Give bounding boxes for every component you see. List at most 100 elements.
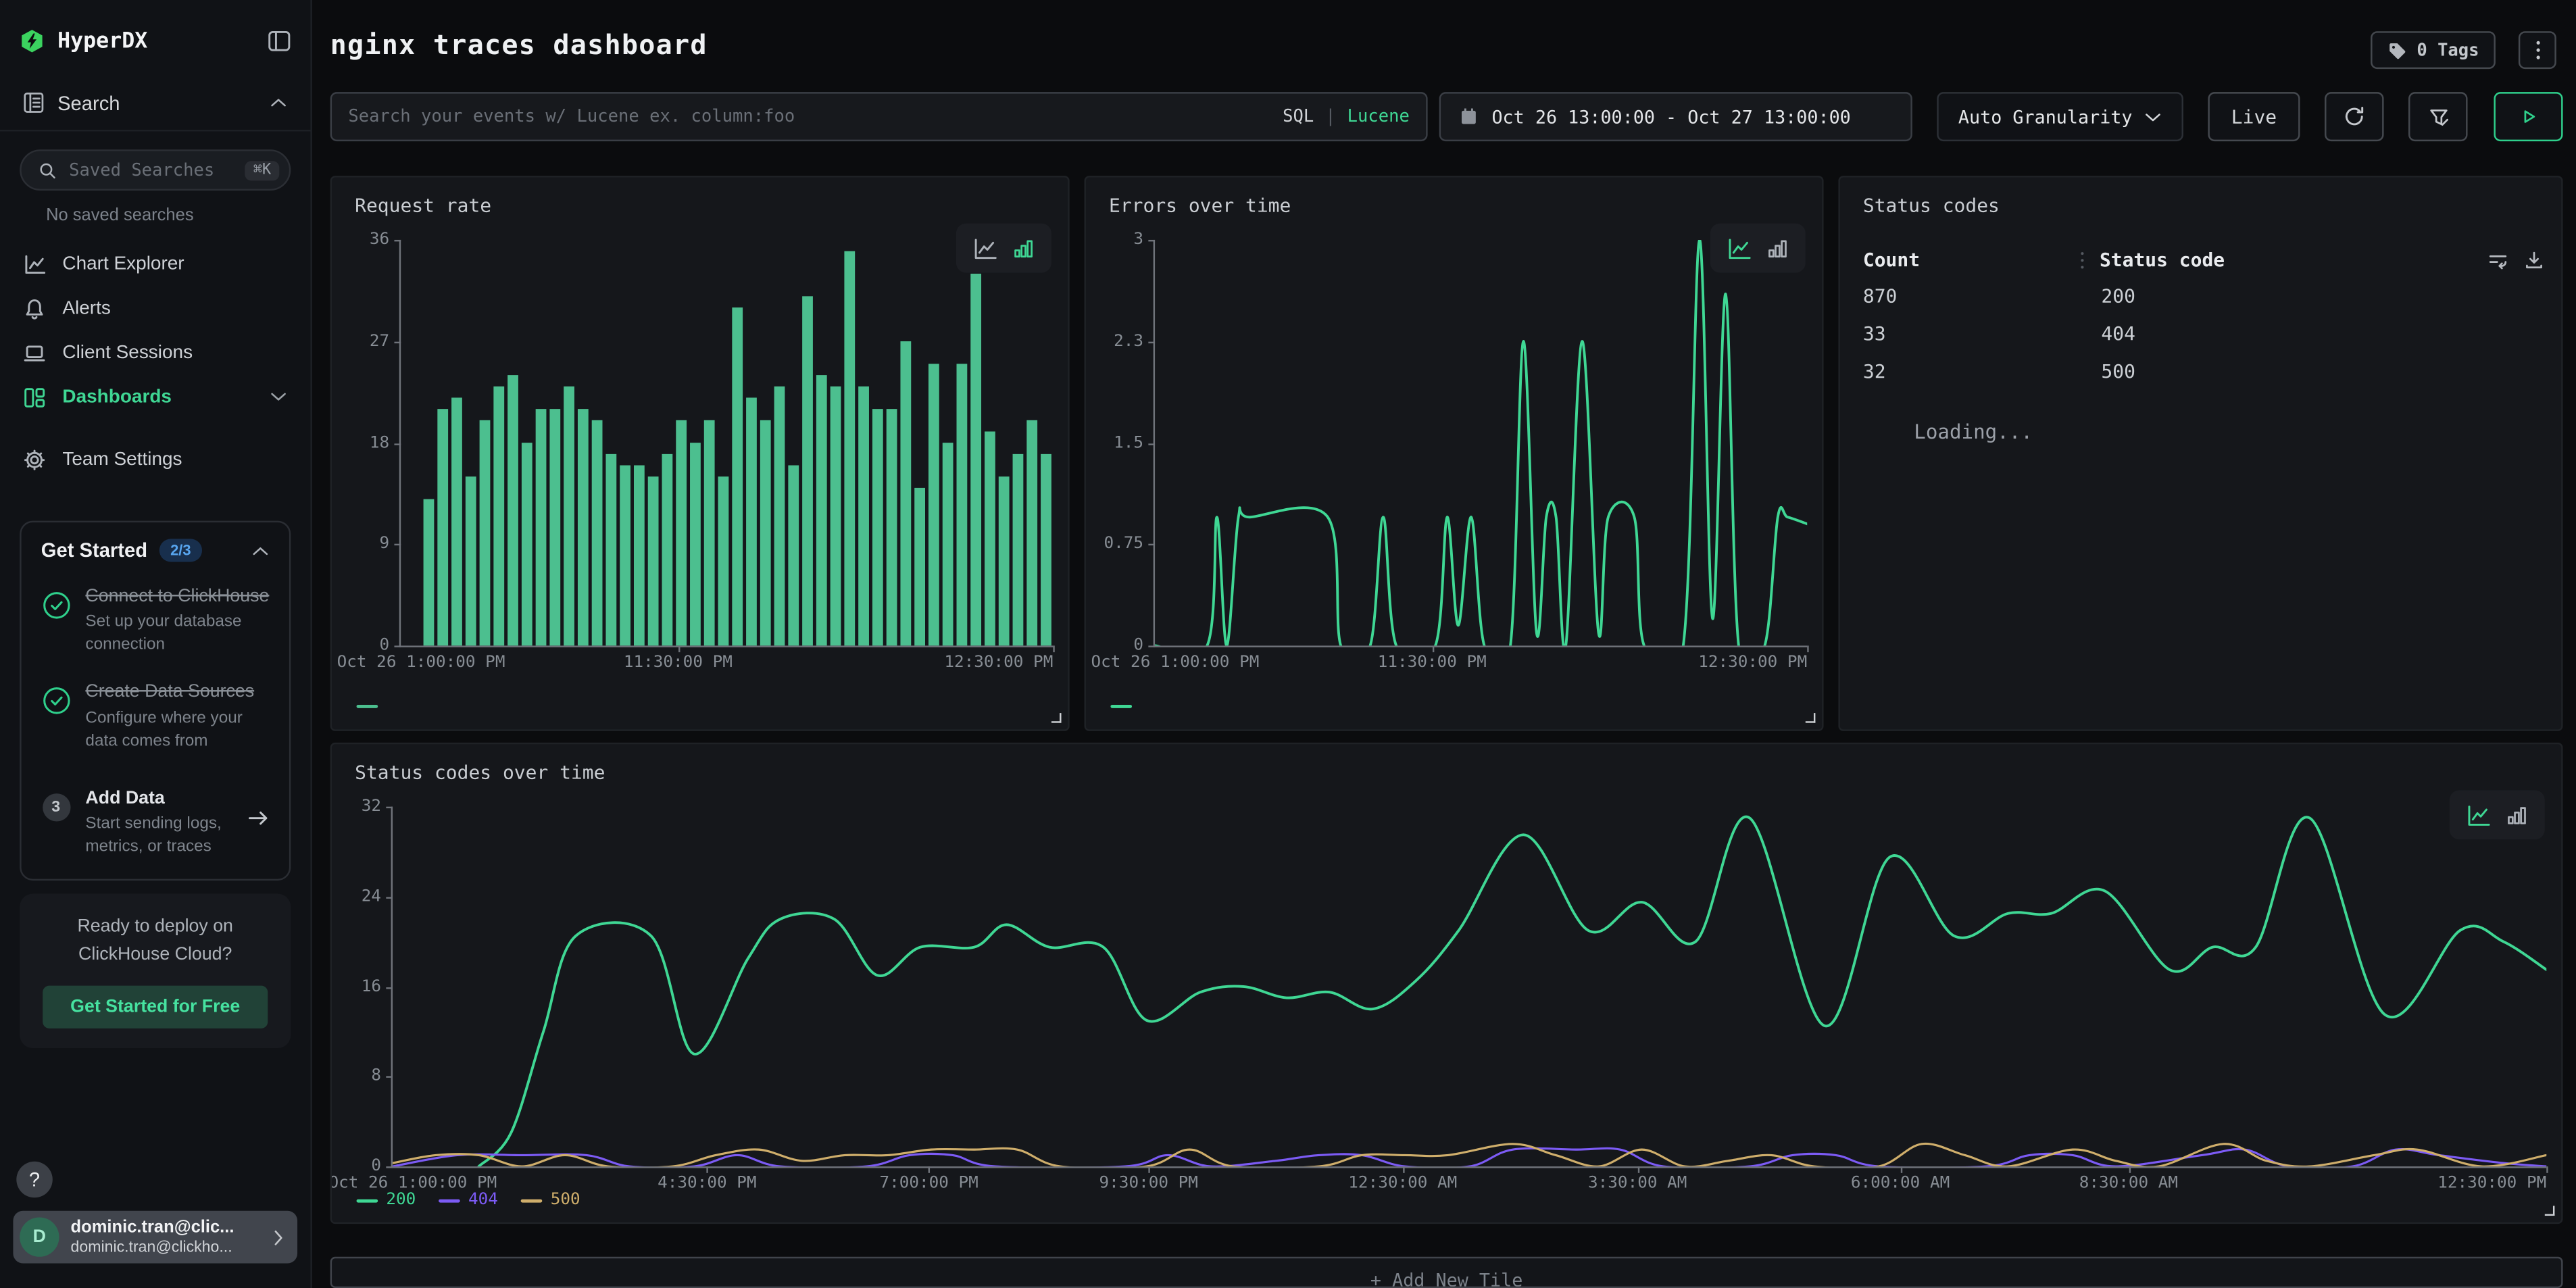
event-search-placeholder: Search your events w/ Lucene ex. column:… [348, 107, 1283, 126]
chevron-up-icon [270, 97, 288, 108]
tile-title: Errors over time [1109, 194, 1291, 217]
shortcut-badge: ⌘K [245, 160, 280, 180]
saved-searches-input[interactable]: Saved Searches ⌘K [20, 149, 291, 191]
get-started-title: Get Started [41, 539, 147, 562]
get-started-step-add-data[interactable]: 3 Add Data Start sending logs, metrics, … [41, 787, 270, 860]
kebab-icon [2534, 39, 2541, 61]
sidebar: HyperDX Search Saved Searches ⌘K No save… [0, 0, 312, 1288]
tags-button[interactable]: 0 Tags [2371, 31, 2496, 69]
event-search-input[interactable]: Search your events w/ Lucene ex. column:… [330, 92, 1428, 141]
help-button[interactable]: ? [16, 1162, 52, 1197]
gear-icon [23, 447, 46, 470]
filter-button[interactable] [2408, 92, 2468, 141]
tile-resize-handle[interactable] [1806, 713, 1816, 723]
legend-item[interactable]: 200 [357, 1191, 416, 1210]
request-rate-chart[interactable]: 36271890Oct 26 1:00:00 PM11:30:00 PM12:3… [399, 240, 1054, 647]
dashboards-icon [23, 385, 46, 408]
play-icon [2519, 107, 2538, 126]
user-menu[interactable]: D dominic.tran@clic... dominic.tran@clic… [13, 1211, 297, 1264]
legend-item[interactable] [1110, 705, 1132, 708]
sidebar-nav: Chart Explorer Alerts Client Sessions Da… [0, 235, 310, 482]
refresh-icon [2343, 105, 2366, 128]
legend-item[interactable] [357, 705, 378, 708]
lucene-mode-toggle[interactable]: Lucene [1347, 107, 1410, 126]
table-header: Count Status code [1863, 248, 2545, 271]
calendar-icon [1459, 107, 1479, 126]
brand-name: HyperDX [57, 29, 255, 53]
column-header-count[interactable]: Count [1863, 248, 2080, 271]
laptop-icon [23, 341, 46, 364]
sidebar-section-label: Search [57, 91, 256, 114]
live-button[interactable]: Live [2208, 92, 2300, 141]
date-range-picker[interactable]: Oct 26 13:00:00 - Oct 27 13:00:00 [1439, 92, 1912, 141]
tile-status-codes: Status codes Count Status code 870200334… [1838, 176, 2562, 731]
saved-searches-placeholder: Saved Searches [69, 160, 233, 180]
tile-resize-handle[interactable] [2545, 1206, 2555, 1216]
download-icon[interactable] [2523, 249, 2545, 270]
user-email: dominic.tran@clickho... [71, 1238, 262, 1258]
sidebar-item-chart-explorer[interactable]: Chart Explorer [0, 241, 310, 286]
table-row[interactable]: 32500 [1863, 351, 2545, 389]
get-started-free-button[interactable]: Get Started for Free [43, 986, 268, 1029]
dashboard-grid: Request rate 36271890Oct 26 1:00:00 PM11… [330, 176, 2563, 1224]
get-started-step-sources[interactable]: Create Data Sources Configure where your… [41, 680, 270, 753]
tag-icon [2387, 41, 2407, 60]
sidebar-item-dashboards[interactable]: Dashboards [0, 374, 310, 419]
chart-line-icon [23, 252, 46, 275]
column-drag-handle-icon[interactable] [2080, 249, 2085, 270]
sidebar-item-client-sessions[interactable]: Client Sessions [0, 330, 310, 375]
table-row[interactable]: 870200 [1863, 276, 2545, 314]
wrap-rows-icon[interactable] [2487, 249, 2509, 270]
no-saved-searches-text: No saved searches [46, 205, 310, 225]
hyperdx-logo-icon [20, 28, 44, 54]
legend-item[interactable]: 500 [521, 1191, 580, 1210]
errors-chart[interactable]: 32.31.50.750Oct 26 1:00:00 PM11:30:00 PM… [1154, 240, 1808, 647]
bell-icon [23, 297, 46, 320]
get-started-card: Get Started 2/3 Connect to ClickHouse Se… [20, 521, 291, 881]
search-panel-icon [23, 92, 45, 114]
loading-text: Loading... [1914, 420, 2033, 443]
sql-mode-toggle[interactable]: SQL [1283, 107, 1314, 126]
status-codes-chart[interactable]: 32241680Oct 26 1:00:00 PM4:30:00 PM7:00:… [391, 807, 2547, 1168]
tile-resize-handle[interactable] [1051, 713, 1062, 723]
run-query-button[interactable] [2494, 92, 2562, 141]
tile-title: Request rate [355, 194, 491, 217]
main-content: nginx traces dashboard 0 Tags Search you… [312, 0, 2576, 1288]
chevron-down-icon [270, 391, 288, 403]
avatar: D [20, 1217, 59, 1256]
tile-title: Status codes [1863, 194, 2000, 217]
tile-title: Status codes over time [355, 761, 605, 784]
table-body: 8702003340432500 [1863, 276, 2545, 389]
sidebar-footer: ? D dominic.tran@clic... dominic.tran@cl… [0, 1162, 310, 1288]
user-name: dominic.tran@clic... [71, 1216, 262, 1238]
sidebar-section-search[interactable]: Search [0, 76, 310, 132]
check-circle-icon [41, 585, 71, 658]
chart-legend [357, 705, 378, 708]
arrow-right-icon [247, 807, 270, 838]
tile-errors-over-time: Errors over time 32.31.50.750Oct 26 1:00… [1085, 176, 1824, 731]
get-started-step-connect[interactable]: Connect to ClickHouse Set up your databa… [41, 585, 270, 658]
sidebar-header: HyperDX [0, 0, 310, 76]
chart-legend: 200 404 500 [357, 1191, 580, 1210]
filter-edit-icon [2427, 106, 2449, 128]
tile-request-rate: Request rate 36271890Oct 26 1:00:00 PM11… [330, 176, 1070, 731]
get-started-progress-badge: 2/3 [159, 539, 202, 562]
refresh-button[interactable] [2325, 92, 2384, 141]
chart-legend [1110, 705, 1132, 708]
search-icon [38, 160, 57, 180]
cloud-promo-card: Ready to deploy on ClickHouse Cloud? Get… [20, 893, 291, 1048]
chevron-down-icon [2144, 111, 2162, 122]
chevron-up-icon[interactable] [251, 545, 270, 556]
sidebar-item-alerts[interactable]: Alerts [0, 286, 310, 330]
check-circle-icon [41, 680, 71, 753]
add-new-tile-button[interactable]: + Add New Tile [330, 1257, 2563, 1288]
step-number-badge: 3 [42, 793, 70, 820]
column-header-status-code[interactable]: Status code [2100, 248, 2487, 271]
granularity-select[interactable]: Auto Granularity [1937, 92, 2183, 141]
table-row[interactable]: 33404 [1863, 314, 2545, 351]
sidebar-collapse-icon[interactable] [268, 30, 291, 53]
sidebar-item-team-settings[interactable]: Team Settings [0, 437, 310, 482]
legend-item[interactable]: 404 [439, 1191, 498, 1210]
page-title: nginx traces dashboard [330, 30, 708, 61]
dashboard-menu-button[interactable] [2519, 31, 2556, 69]
